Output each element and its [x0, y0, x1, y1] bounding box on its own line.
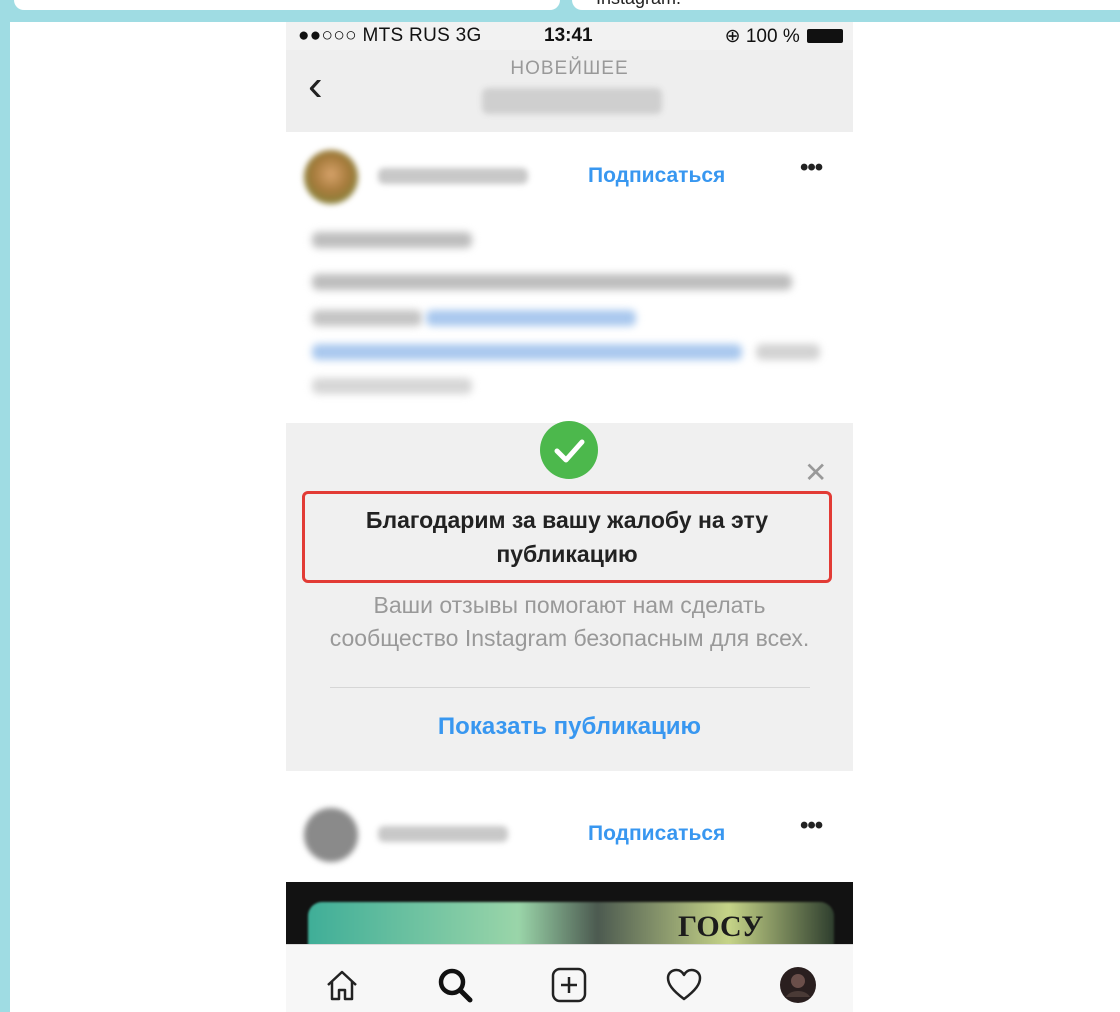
hashtag-title-blurred	[482, 88, 662, 114]
photo-text: ГОСУ	[678, 910, 764, 943]
avatar[interactable]	[304, 808, 358, 862]
battery-indicator: ⊕ 100 %	[725, 25, 843, 48]
status-bar: ●●○○○ MTS RUS 3G 13:41 ⊕ 100 %	[286, 22, 853, 50]
report-description: Ваши отзывы помогают нам сделать сообщес…	[329, 592, 810, 651]
home-icon[interactable]	[320, 963, 364, 1007]
background-card-text: Instagram.	[596, 0, 681, 9]
phone-screenshot: ●●○○○ MTS RUS 3G 13:41 ⊕ 100 % ‹ НОВЕЙШЕ…	[286, 22, 853, 1012]
nav-subtitle: НОВЕЙШЕЕ	[510, 58, 629, 79]
username-blurred[interactable]	[378, 168, 528, 184]
show-post-button[interactable]: Показать публикацию	[286, 713, 853, 741]
bottom-tab-bar	[286, 944, 853, 1012]
battery-percent: 100 %	[745, 26, 800, 47]
clock: 13:41	[544, 25, 593, 46]
rotation-lock-icon: ⊕	[724, 26, 741, 47]
search-icon[interactable]	[433, 963, 477, 1007]
background-card-right: Instagram.	[572, 0, 1120, 10]
carrier-label: ●●○○○ MTS RUS 3G	[298, 25, 482, 46]
heart-icon[interactable]	[662, 963, 706, 1007]
profile-avatar[interactable]	[776, 963, 820, 1007]
report-thanks-title: Благодарим за вашу жалобу на эту публика…	[302, 491, 832, 583]
post-header: Подписаться •••	[286, 132, 853, 222]
follow-button[interactable]: Подписаться	[588, 164, 725, 188]
navigation-bar: ‹ НОВЕЙШЕЕ	[286, 50, 853, 132]
frame-border-left	[0, 0, 10, 1012]
background-card-left	[14, 0, 560, 10]
checkmark-icon	[540, 421, 598, 479]
add-post-icon[interactable]	[547, 963, 591, 1007]
battery-icon	[807, 29, 843, 43]
report-confirmation-panel: ✕ Благодарим за вашу жалобу на эту публи…	[286, 421, 853, 771]
follow-button[interactable]: Подписаться	[588, 822, 725, 846]
post-header: Подписаться •••	[286, 790, 853, 880]
avatar[interactable]	[304, 150, 358, 204]
username-blurred[interactable]	[378, 826, 508, 842]
more-options-icon[interactable]: •••	[800, 154, 823, 182]
post-photo[interactable]: ГОСУ	[286, 882, 853, 948]
more-options-icon[interactable]: •••	[800, 812, 823, 840]
divider	[330, 687, 810, 688]
close-icon[interactable]: ✕	[804, 459, 827, 487]
